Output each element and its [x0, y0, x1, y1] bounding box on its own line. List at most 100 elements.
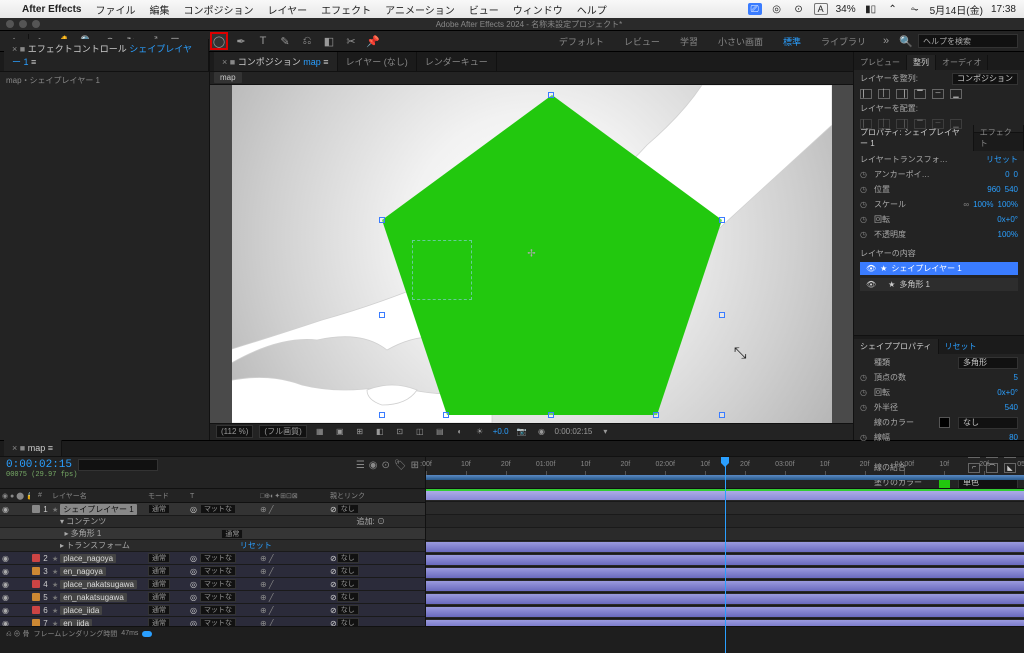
toggle-alpha-icon[interactable]: ▦ — [313, 427, 327, 436]
tl-icon-draft[interactable]: ◉ — [369, 460, 378, 471]
bbox-handle-s2[interactable] — [653, 412, 659, 418]
current-timecode[interactable]: 0:00:02:15 — [6, 459, 72, 471]
content-shape-row[interactable]: 👁★多角形 1 — [860, 278, 1018, 291]
layer-row-1[interactable]: ◉ 1 シェイプレイヤー 1 通常 ◎ マットな ⊕ ╱ ⊘ なし — [0, 503, 425, 516]
status-icon-3[interactable]: ⊙ — [792, 3, 806, 15]
ellipse-shape-tool-icon[interactable]: ◯ — [211, 33, 227, 49]
tab-preview[interactable]: プレビュー — [854, 55, 907, 70]
toggle-switches-icon[interactable]: ⎌ ⊕ 骨 — [6, 629, 30, 639]
workspace-small[interactable]: 小さい画面 — [710, 33, 771, 50]
layer-row-4[interactable]: ◉ 4 place_nakatsugawa 通常 ◎ マットな ⊕ ╱ ⊘ なし — [0, 578, 425, 591]
layer-row-3[interactable]: ◉ 3 en_nagoya 通常 ◎ マットな ⊕ ╱ ⊘ なし — [0, 565, 425, 578]
tl-icon-graph[interactable]: ⊞ — [411, 460, 419, 471]
workspace-review[interactable]: レビュー — [616, 33, 668, 50]
shape-reset[interactable]: リセット — [939, 339, 983, 354]
bbox-handle-sw[interactable] — [379, 412, 385, 418]
bbox-handle-n[interactable] — [548, 92, 554, 98]
stopwatch-icon[interactable]: ◷ — [860, 170, 870, 179]
prop-transform[interactable]: ▸ トランスフォームリセット — [0, 540, 425, 552]
pen-tool-icon[interactable]: ✒ — [233, 33, 249, 49]
layer-row-5[interactable]: ◉ 5 en_nakatsugawa 通常 ◎ マットな ⊕ ╱ ⊘ なし — [0, 591, 425, 604]
menu-help[interactable]: ヘルプ — [577, 2, 607, 17]
tab-effect-controls[interactable]: × ■ エフェクトコントロール シェイプレイヤー 1 ≡ — [4, 39, 209, 71]
tab-render-queue[interactable]: レンダーキュー — [417, 52, 497, 71]
menu-edit[interactable]: 編集 — [149, 2, 169, 17]
menubar-time[interactable]: 17:38 — [991, 4, 1016, 15]
link-icon[interactable]: ∞ — [963, 200, 969, 209]
zoom-dropdown[interactable]: (112 %) — [216, 425, 253, 438]
workspace-chevron-icon[interactable]: » — [878, 33, 894, 49]
puppet-tool-icon[interactable]: 📌 — [365, 33, 381, 49]
bbox-handle-e[interactable] — [719, 312, 725, 318]
tab-composition[interactable]: × ■ コンポジション map ≡ — [214, 52, 338, 71]
status-icon-2[interactable]: ◎ — [770, 3, 784, 15]
show-snapshot-icon[interactable]: ◉ — [535, 427, 549, 436]
proxy-icon[interactable]: ⊡ — [393, 427, 407, 436]
track-area[interactable] — [426, 489, 1024, 626]
timeline-search-input[interactable] — [78, 459, 158, 471]
tab-audio[interactable]: オーディオ — [936, 55, 988, 70]
menubar-date[interactable]: 5月14日(金) — [930, 2, 983, 17]
layer-row-2[interactable]: ◉ 2 place_nagoya 通常 ◎ マットな ⊕ ╱ ⊘ なし — [0, 552, 425, 565]
tab-properties[interactable]: プロパティ: シェイプレイヤー 1 — [854, 125, 974, 151]
menu-layer[interactable]: レイヤー — [267, 2, 307, 17]
search-icon[interactable]: 🔍 — [898, 33, 914, 49]
transform-reset[interactable]: リセット — [986, 154, 1018, 165]
toggle-channel-icon[interactable]: ◧ — [373, 427, 387, 436]
status-icon-1[interactable]: ⎚ — [748, 3, 762, 15]
tl-icon-frame[interactable]: 🏷 — [394, 460, 407, 471]
bbox-handle-se[interactable] — [719, 412, 725, 418]
workspace-standard[interactable]: 標準 — [775, 33, 809, 50]
color-icon[interactable]: ◐ — [453, 427, 467, 436]
shape-type-dropdown[interactable]: 多角形 — [958, 357, 1018, 369]
bbox-handle-ne[interactable] — [719, 217, 725, 223]
app-menu[interactable]: After Effects — [22, 4, 81, 15]
tab-layer-none[interactable]: レイヤー (なし) — [338, 52, 417, 71]
exposure-value[interactable]: +0.0 — [493, 427, 509, 436]
window-controls[interactable] — [6, 20, 40, 28]
tab-effects[interactable]: エフェクト — [974, 125, 1024, 151]
timeline-tab-map[interactable]: × ■ map ≡ — [4, 440, 62, 456]
tl-icon-shy[interactable]: ☰ — [356, 460, 365, 471]
resolution-dropdown[interactable]: (フル画質) — [259, 425, 306, 438]
prop-polygon[interactable]: ▸ 多角形 1通常 — [0, 528, 425, 540]
wifi-icon[interactable]: ⌃ — [886, 3, 900, 15]
bbox-handle-s3[interactable] — [443, 412, 449, 418]
composition-canvas[interactable]: ✢ ⤡ — [232, 85, 832, 423]
menu-effect[interactable]: エフェクト — [321, 2, 371, 17]
menu-composition[interactable]: コンポジション — [183, 2, 253, 17]
control-center-icon[interactable]: ⏦ — [908, 3, 922, 15]
prop-contents[interactable]: ▾ コンテンツ追加: ⊙ — [0, 516, 425, 528]
menu-view[interactable]: ビュー — [469, 2, 499, 17]
composition-viewer[interactable]: ✢ ⤡ — [210, 85, 853, 423]
bbox-handle-s[interactable] — [548, 412, 554, 418]
comp-pill[interactable]: map — [214, 72, 242, 83]
help-search-input[interactable]: ヘルプを検索 — [918, 34, 1018, 48]
roto-tool-icon[interactable]: ✂ — [343, 33, 359, 49]
tab-align[interactable]: 整列 — [907, 55, 936, 70]
menu-window[interactable]: ウィンドウ — [513, 2, 563, 17]
render-toggle[interactable] — [142, 631, 152, 637]
workspace-learn[interactable]: 学習 — [672, 33, 706, 50]
transparency-icon[interactable]: ▤ — [433, 427, 447, 436]
workspace-default[interactable]: デフォルト — [551, 33, 612, 50]
points-value[interactable]: 5 — [1014, 373, 1018, 382]
3d-view-icon[interactable]: ▾ — [598, 427, 612, 436]
stroke-swatch[interactable] — [939, 417, 950, 428]
clone-tool-icon[interactable]: ⎌ — [299, 33, 315, 49]
roi-icon[interactable]: ◫ — [413, 427, 427, 436]
layer-row-7[interactable]: ◉ 7 en_iida 通常 ◎ マットな ⊕ ╱ ⊘ なし — [0, 617, 425, 626]
battery-icon[interactable]: ▮▯ — [864, 3, 878, 15]
tl-icon-blur[interactable]: ⊙ — [382, 460, 390, 471]
time-ruler[interactable]: :00f10f20f01:00f10f20f02:00f10f20f03:00f… — [426, 457, 1024, 488]
stroke-dropdown[interactable]: なし — [958, 417, 1018, 429]
anchor-point-icon[interactable]: ✢ — [527, 248, 535, 259]
content-layer-row[interactable]: 👁★シェイプレイヤー 1 — [860, 262, 1018, 275]
brush-tool-icon[interactable]: ✎ — [277, 33, 293, 49]
exposure-icon[interactable]: ☀ — [473, 427, 487, 436]
menu-file[interactable]: ファイル — [95, 2, 135, 17]
playhead-line[interactable] — [725, 489, 726, 626]
bbox-handle-nw[interactable] — [379, 217, 385, 223]
bbox-handle-w[interactable] — [379, 312, 385, 318]
eraser-tool-icon[interactable]: ◧ — [321, 33, 337, 49]
